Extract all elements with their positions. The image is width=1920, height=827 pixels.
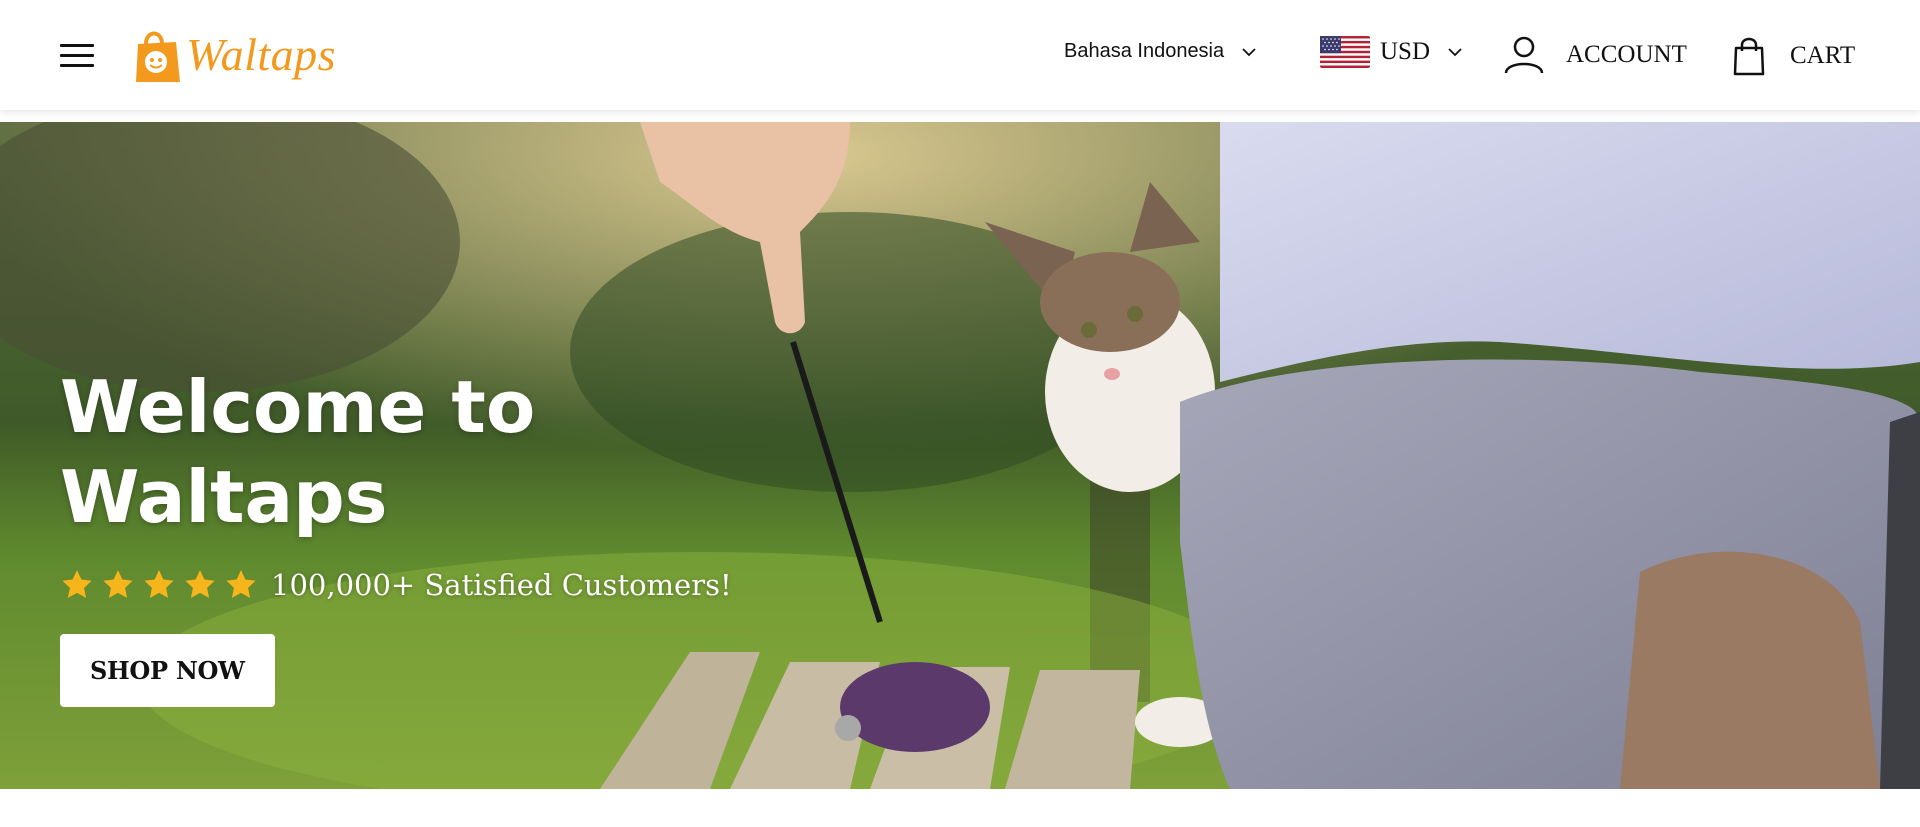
site-header: Waltaps Bahasa Indonesia USD ACCOUNT CAR…: [0, 0, 1920, 110]
chevron-down-icon: [1242, 47, 1256, 56]
rating-row: 100,000+ Satisfied Customers!: [60, 568, 732, 602]
hero-title-line2: Waltaps: [60, 455, 388, 539]
star-icon: [185, 570, 215, 598]
language-label: Bahasa Indonesia: [1064, 40, 1225, 62]
currency-selector[interactable]: USD: [1320, 36, 1462, 68]
logo-text: Waltaps: [186, 28, 337, 80]
hero-banner: Welcome to Waltaps 100,000+ Satisfied Cu…: [0, 122, 1920, 789]
shop-now-button[interactable]: SHOP NOW: [60, 634, 275, 707]
account-link[interactable]: ACCOUNT: [1504, 36, 1687, 74]
user-icon: [1504, 36, 1544, 74]
site-logo[interactable]: Waltaps: [132, 22, 336, 86]
account-label: ACCOUNT: [1566, 41, 1687, 68]
currency-label: USD: [1380, 38, 1431, 65]
hero-title-line1: Welcome to: [60, 365, 536, 449]
hamburger-menu-icon[interactable]: [60, 42, 94, 68]
hero-content: Welcome to Waltaps 100,000+ Satisfied Cu…: [60, 362, 732, 707]
language-selector[interactable]: Bahasa Indonesia: [1064, 40, 1256, 63]
star-icon: [226, 570, 256, 598]
hero-title: Welcome to Waltaps: [60, 362, 680, 542]
us-flag-icon: [1320, 36, 1370, 68]
cart-label: CART: [1790, 42, 1856, 69]
star-icon: [62, 570, 92, 598]
chevron-down-icon: [1448, 48, 1462, 57]
rating-text: 100,000+ Satisfied Customers!: [271, 568, 732, 602]
star-icon: [103, 570, 133, 598]
shopping-bag-logo-icon: [136, 31, 180, 82]
cart-link[interactable]: CART: [1732, 36, 1855, 76]
cart-icon: [1733, 37, 1765, 76]
star-icon: [144, 570, 174, 598]
